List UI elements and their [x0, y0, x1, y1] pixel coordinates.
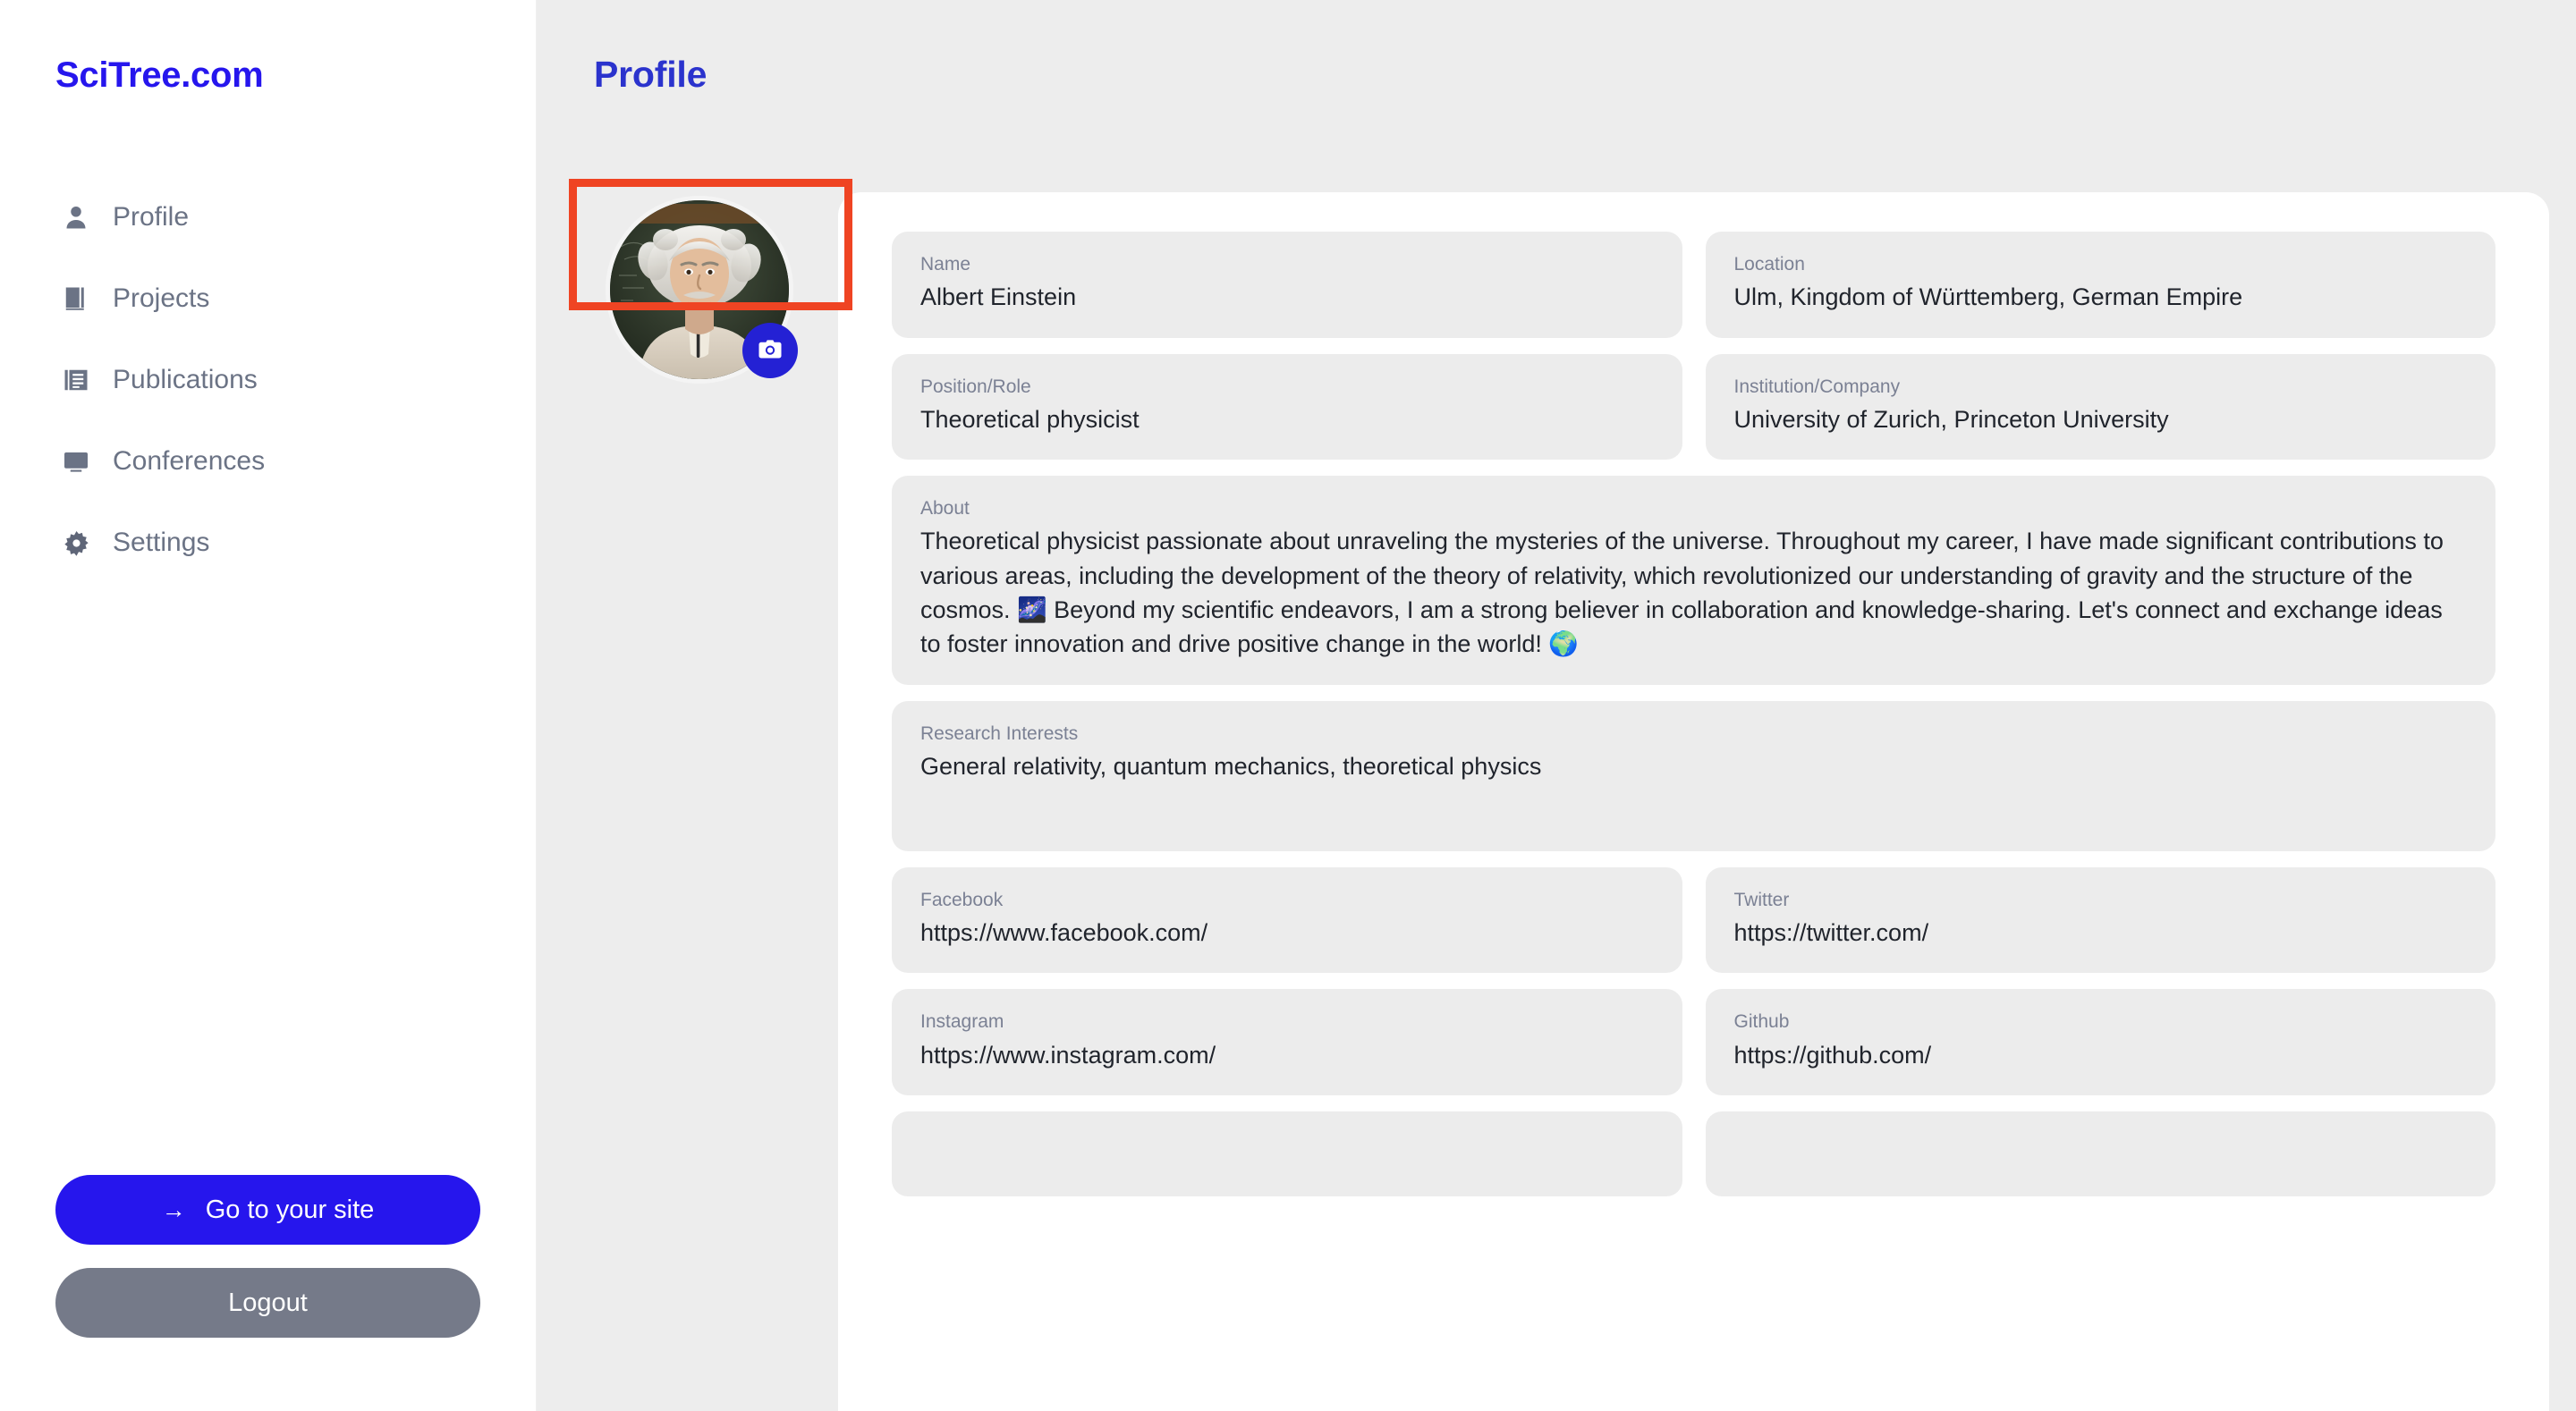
sidebar-item-label: Settings [113, 528, 210, 557]
profile-field[interactable]: Position/Role Theoretical physicist [892, 353, 1682, 460]
main-content: Profile Name Albert Einstein Location Ul… [537, 0, 2576, 1411]
field-label: Position/Role [920, 376, 1031, 397]
go-to-site-label: Go to your site [205, 1195, 375, 1224]
field-label: Facebook [920, 889, 1004, 910]
profile-field[interactable] [892, 1111, 1682, 1196]
field-value: https://www.instagram.com/ [920, 1041, 1216, 1069]
field-label: Name [920, 254, 971, 275]
profile-field[interactable]: Name Albert Einstein [892, 232, 1682, 338]
avatar-upload-control[interactable] [606, 196, 798, 384]
gear-icon [61, 528, 91, 558]
sidebar-actions: → Go to your site Logout [0, 1175, 536, 1411]
field-label: About [920, 498, 970, 520]
field-value: University of Zurich, Princeton Universi… [1733, 405, 2169, 433]
app-root: SciTree.com Profile Projects Publication… [0, 0, 2576, 1411]
change-photo-button[interactable] [742, 323, 798, 378]
book-icon [61, 283, 91, 314]
field-value: Albert Einstein [920, 283, 1077, 311]
logout-button[interactable]: Logout [55, 1268, 480, 1338]
field-value: Ulm, Kingdom of Württemberg, German Empi… [1733, 283, 2243, 311]
field-label: Github [1733, 1011, 1790, 1033]
camera-icon [757, 336, 784, 366]
profile-field[interactable]: Research Interests General relativity, qu… [892, 700, 2496, 851]
page-title: Profile [594, 54, 708, 95]
profile-field[interactable]: Facebook https://www.facebook.com/ [892, 866, 1682, 974]
field-value: Theoretical physicist [920, 405, 1140, 433]
brand-logo[interactable]: SciTree.com [55, 55, 536, 96]
sidebar-item-label: Projects [113, 283, 210, 313]
sidebar-item-profile[interactable]: Profile [0, 199, 536, 235]
profile-fields-grid: Name Albert Einstein Location Ulm, Kingdom … [892, 232, 2496, 1196]
go-to-site-button[interactable]: → Go to your site [55, 1175, 480, 1245]
field-value: https://www.facebook.com/ [920, 918, 1208, 946]
monitor-icon [61, 446, 91, 477]
profile-field[interactable]: Institution/Company University of Zurich,… [1705, 353, 2496, 460]
profile-field[interactable]: Github https://github.com/ [1705, 989, 2496, 1095]
sidebar-item-conferences[interactable]: Conferences [0, 444, 536, 479]
sidebar-item-label: Profile [113, 202, 190, 232]
profile-field[interactable] [1705, 1111, 2496, 1196]
user-icon [61, 202, 91, 232]
arrow-right-icon: → [161, 1196, 186, 1223]
field-value: Theoretical physicist passionate about u… [920, 528, 2444, 658]
sidebar-item-projects[interactable]: Projects [0, 281, 536, 317]
field-value: General relativity, quantum mechanics, t… [920, 752, 1542, 780]
sidebar-item-label: Conferences [113, 446, 266, 476]
profile-field[interactable]: Instagram https://www.instagram.com/ [892, 989, 1682, 1095]
field-label: Instagram [920, 1011, 1004, 1033]
field-label: Twitter [1733, 889, 1790, 910]
sidebar: SciTree.com Profile Projects Publication… [0, 0, 537, 1411]
profile-card: Name Albert Einstein Location Ulm, Kingdom … [838, 192, 2549, 1411]
field-value: https://twitter.com/ [1733, 918, 1929, 946]
field-value: https://github.com/ [1733, 1041, 1932, 1069]
sidebar-item-label: Publications [113, 365, 258, 394]
field-label: Location [1733, 254, 1805, 275]
sidebar-item-settings[interactable]: Settings [0, 525, 536, 561]
sidebar-item-publications[interactable]: Publications [0, 362, 536, 398]
field-label: Research Interests [920, 722, 1079, 744]
profile-field[interactable]: Location Ulm, Kingdom of Württemberg, Ger… [1705, 232, 2496, 338]
avatar-column [556, 179, 852, 384]
profile-field[interactable]: About Theoretical physicist passionate ab… [892, 476, 2496, 685]
document-list-icon [61, 365, 91, 395]
profile-field[interactable]: Twitter https://twitter.com/ [1705, 866, 2496, 974]
sidebar-nav: Profile Projects Publications Conference… [0, 199, 536, 561]
field-label: Institution/Company [1733, 376, 1901, 397]
